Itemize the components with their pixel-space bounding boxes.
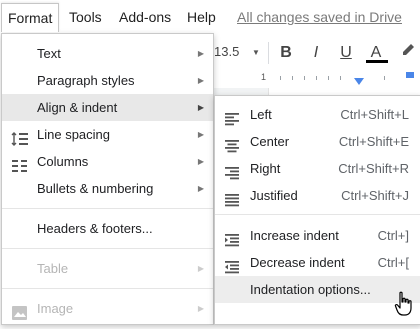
menu-item-label: Line spacing (37, 127, 110, 142)
align-justify-icon (224, 189, 242, 207)
menu-format[interactable]: Format (1, 3, 60, 32)
menu-item-table: Table ▶ (2, 255, 213, 282)
right-indent-marker[interactable] (406, 72, 414, 78)
menu-item-align-center[interactable]: Center Ctrl+Shift+E (215, 128, 420, 155)
menu-help[interactable]: Help (181, 4, 222, 30)
menu-item-label: Decrease indent (250, 255, 345, 270)
submenu-arrow-icon: ▶ (197, 76, 204, 85)
ruler: 1 (214, 70, 420, 89)
menu-item-bullets-numbering[interactable]: Bullets & numbering ▶ (2, 175, 213, 202)
columns-icon (11, 155, 29, 172)
ruler-tick (316, 76, 317, 80)
menu-addons[interactable]: Add-ons (113, 4, 177, 30)
toolbar: 13.5 ▼ B I U A (214, 38, 420, 68)
font-size-value[interactable]: 13.5 (214, 44, 239, 59)
menu-item-text[interactable]: Text ▶ (2, 40, 213, 67)
menu-item-label: Center (250, 134, 290, 149)
menu-item-label: Columns (37, 154, 89, 169)
menu-item-headers-footers[interactable]: Headers & footers... (2, 215, 213, 242)
menu-item-label: Image (37, 301, 74, 316)
menu-tools[interactable]: Tools (63, 4, 108, 30)
menu-item-label: Bullets & numbering (37, 181, 154, 196)
italic-button[interactable]: I (306, 42, 326, 64)
format-menu: Text ▶ Paragraph styles ▶ Align & indent… (1, 33, 214, 325)
menu-item-label: Justified (250, 188, 298, 203)
menu-item-line-spacing[interactable]: Line spacing ▶ (2, 121, 213, 148)
ruler-tick (292, 76, 293, 80)
image-icon (11, 302, 29, 320)
menu-separator (2, 288, 213, 289)
submenu-arrow-icon: ▶ (197, 49, 204, 58)
menu-separator (215, 214, 420, 215)
shortcut-label: Ctrl+Shift+L (340, 107, 409, 122)
left-indent-marker[interactable] (354, 78, 364, 85)
menu-item-align-right[interactable]: Right Ctrl+Shift+R (215, 155, 420, 182)
menu-item-align-left[interactable]: Left Ctrl+Shift+L (215, 101, 420, 128)
menu-item-label: Table (37, 261, 69, 276)
menu-separator (2, 208, 213, 209)
underline-button[interactable]: U (336, 42, 356, 64)
save-status-link[interactable]: All changes saved in Drive (237, 9, 402, 25)
menu-item-label: Paragraph styles (37, 73, 135, 88)
menu-item-label: Headers & footers... (37, 221, 153, 236)
submenu-arrow-icon: ▶ (197, 264, 204, 273)
ruler-tick (328, 76, 329, 80)
menu-item-image: Image ▶ (2, 295, 213, 322)
indent-decrease-icon (224, 256, 242, 274)
shortcut-label: Ctrl+] (377, 228, 409, 243)
menu-item-columns[interactable]: Columns ▶ (2, 148, 213, 175)
font-size-dropdown-icon[interactable]: ▼ (252, 48, 260, 57)
ruler-tick (384, 76, 385, 80)
ruler-tick (304, 76, 305, 80)
submenu-arrow-icon: ▶ (197, 157, 204, 166)
menu-item-align-indent[interactable]: Align & indent ▶ (2, 94, 213, 121)
submenu-arrow-icon: ▶ (197, 103, 204, 112)
shortcut-label: Ctrl+Shift+J (341, 188, 409, 203)
highlight-pen-icon[interactable] (398, 42, 418, 64)
menu-item-label: Right (250, 161, 281, 176)
menu-item-decrease-indent[interactable]: Decrease indent Ctrl+[ (215, 249, 420, 276)
shortcut-label: Ctrl+[ (377, 255, 409, 270)
line-spacing-icon (11, 128, 29, 146)
submenu-arrow-icon: ▶ (197, 184, 204, 193)
shortcut-label: Ctrl+Shift+R (338, 161, 409, 176)
submenu-arrow-icon: ▶ (197, 304, 204, 313)
text-color-swatch (366, 60, 388, 63)
hand-pointer-cursor-icon (394, 291, 414, 317)
menu-item-label: Increase indent (250, 228, 339, 243)
menu-item-increase-indent[interactable]: Increase indent Ctrl+] (215, 222, 420, 249)
menu-item-indentation-options[interactable]: Indentation options... (215, 276, 420, 303)
toolbar-divider (268, 42, 269, 64)
ruler-tick (340, 76, 341, 80)
menu-item-label: Left (250, 107, 272, 122)
ruler-number: 1 (261, 72, 267, 82)
align-center-icon (224, 135, 242, 153)
menu-item-align-justified[interactable]: Justified Ctrl+Shift+J (215, 182, 420, 209)
menu-item-label: Text (37, 46, 61, 61)
align-indent-submenu: Left Ctrl+Shift+L Center Ctrl+Shift+E Ri… (214, 95, 420, 325)
bold-button[interactable]: B (276, 42, 296, 64)
menu-item-paragraph-styles[interactable]: Paragraph styles ▶ (2, 67, 213, 94)
align-left-icon (224, 108, 242, 126)
shortcut-label: Ctrl+Shift+E (338, 134, 409, 149)
menu-item-label: Indentation options... (250, 282, 371, 297)
menu-item-label: Align & indent (37, 100, 118, 115)
indent-increase-icon (224, 229, 242, 247)
menu-separator (2, 248, 213, 249)
submenu-arrow-icon: ▶ (197, 130, 204, 139)
ruler-tick (280, 76, 281, 80)
align-right-icon (224, 162, 242, 180)
menubar: Format Tools Add-ons Help All changes sa… (0, 0, 420, 34)
